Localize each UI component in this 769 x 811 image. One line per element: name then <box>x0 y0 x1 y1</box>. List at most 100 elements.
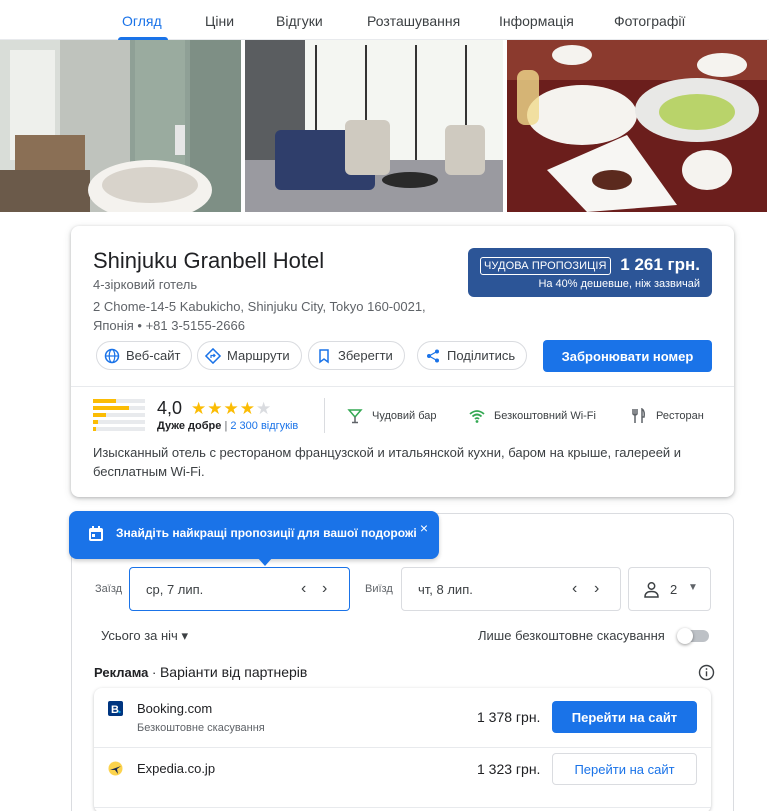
partner-name: Expedia.co.jp <box>137 761 216 776</box>
svg-text:B: B <box>111 704 119 716</box>
directions-label: Маршрути <box>227 348 290 363</box>
rating-bar-fill <box>93 427 96 431</box>
ads-title: Варіанти від партнерів <box>159 664 308 680</box>
deal-badge: ЧУДОВА ПРОПОЗИЦІЯ <box>480 257 611 275</box>
rating-bar-2 <box>93 420 145 424</box>
offer-price: 1 378 грн. <box>477 709 541 725</box>
rating-bar-fill <box>93 399 117 403</box>
reviews-link[interactable]: 2 300 відгуків <box>230 420 298 432</box>
restaurant-icon <box>632 408 645 423</box>
calendar-icon <box>89 526 103 541</box>
checkout-prev-icon[interactable]: ‹ <box>572 581 577 597</box>
checkin-next-icon[interactable]: › <box>322 581 327 597</box>
free-cancel-toggle[interactable] <box>677 628 709 644</box>
visit-site-button[interactable]: Перейти на сайт <box>552 701 697 733</box>
expedia-logo-icon <box>108 761 123 776</box>
partner-name: Booking.com <box>137 701 213 716</box>
photo-strip <box>0 40 769 212</box>
globe-icon <box>104 348 120 363</box>
visit-site-button[interactable]: Перейти на сайт <box>552 753 697 785</box>
share-icon <box>427 349 439 362</box>
checkout-value: чт, 8 лип. <box>418 582 473 597</box>
star-icon: ★ <box>191 399 207 418</box>
tab-reviews[interactable]: Відгуки <box>276 13 323 29</box>
deal-banner[interactable]: ЧУДОВА ПРОПОЗИЦІЯ 1 261 грн. На 40% деше… <box>468 248 712 297</box>
close-icon[interactable]: × <box>420 520 428 536</box>
deal-note: На 40% дешевше, ніж зазвичай <box>538 278 700 290</box>
amenity-label: Ресторан <box>656 410 704 422</box>
tooltip-text: Знайдіть найкращі пропозиції для вашої п… <box>116 526 417 540</box>
star-icon: ★ <box>256 399 272 418</box>
free-cancel-label: Лише безкоштовне скасування <box>478 628 665 643</box>
save-button[interactable]: Зберегти <box>308 341 405 370</box>
hotel-card: Shinjuku Granbell Hotel 4-зірковий готел… <box>71 226 734 497</box>
partner-offers-list: B Booking.com Безкоштовне скасування 1 3… <box>94 688 711 811</box>
hotel-description: Изысканный отель с рестораном французско… <box>93 445 682 479</box>
address-line: 2 Chome-14-5 Kabukicho, Shinjuku City, T… <box>93 299 426 314</box>
partner-sub: Безкоштовне скасування <box>137 722 265 734</box>
tab-overview[interactable]: Огляд <box>122 13 162 29</box>
photo-lounge[interactable] <box>245 40 503 212</box>
info-icon[interactable] <box>698 664 715 681</box>
price-mode-dropdown[interactable]: Усього за ніч ▾ <box>101 628 188 644</box>
offer-row-expedia[interactable]: Expedia.co.jp 1 323 грн. Перейти на сайт <box>94 748 711 808</box>
photo-dining[interactable] <box>507 40 767 212</box>
amenity-restaurant: Ресторан <box>631 408 704 424</box>
guests-count: 2 <box>670 582 678 597</box>
checkout-next-icon[interactable]: › <box>594 581 599 597</box>
amenity-label: Безкоштовний Wi-Fi <box>494 410 596 422</box>
rating-bar-1 <box>93 427 145 431</box>
tab-prices[interactable]: Ціни <box>205 13 234 29</box>
share-label: Поділитись <box>447 348 516 363</box>
person-icon <box>644 582 659 598</box>
deals-tooltip: Знайдіть найкращі пропозиції для вашої п… <box>69 511 439 566</box>
checkin-prev-icon[interactable]: ‹ <box>301 581 306 597</box>
rating-divider <box>324 398 325 433</box>
share-button[interactable]: Поділитись <box>417 341 528 370</box>
card-divider <box>71 386 734 387</box>
photo-bathroom[interactable] <box>0 40 241 212</box>
amenity-bar: Чудовий бар <box>347 408 436 424</box>
checkin-field[interactable]: ср, 7 лип. ‹ › <box>129 567 350 611</box>
tab-about[interactable]: Інформація <box>499 13 574 29</box>
toggle-knob <box>677 628 693 644</box>
deal-price: 1 261 грн. <box>620 255 700 274</box>
ads-dot: · <box>148 665 160 680</box>
rating-distribution[interactable] <box>93 399 145 434</box>
rating-bar-3 <box>93 413 145 417</box>
tab-photos[interactable]: Фотографії <box>614 13 685 29</box>
ads-header: Реклама · Варіанти від партнерів <box>94 664 307 680</box>
hotel-class: 4-зірковий готель <box>93 277 198 292</box>
save-label: Зберегти <box>338 348 393 363</box>
address-dot: • <box>137 318 146 333</box>
chevron-down-icon: ▼ <box>688 582 698 593</box>
rating-bar-fill <box>93 413 106 417</box>
offer-row-booking[interactable]: B Booking.com Безкоштовне скасування 1 3… <box>94 688 711 748</box>
rating-bar-4 <box>93 406 145 410</box>
star-rating: ★ ★ ★ ★ ★ <box>191 400 271 417</box>
book-room-button[interactable]: Забронювати номер <box>543 340 712 372</box>
bookmark-icon <box>319 348 329 363</box>
rating-bar-5 <box>93 399 145 403</box>
hotel-phone[interactable]: +81 3-5155-2666 <box>146 318 245 333</box>
checkout-label: Виїзд <box>365 583 393 595</box>
bar-icon <box>347 409 363 424</box>
hotel-address: 2 Chome-14-5 Kabukicho, Shinjuku City, T… <box>93 297 433 335</box>
amenity-label: Чудовий бар <box>372 410 437 422</box>
checkout-field[interactable]: чт, 8 лип. ‹ › <box>401 567 621 611</box>
amenity-wifi: Безкоштовний Wi-Fi <box>469 408 596 424</box>
ads-label: Реклама <box>94 665 149 680</box>
tab-location[interactable]: Розташування <box>367 13 460 29</box>
website-button[interactable]: Веб-сайт <box>96 341 193 370</box>
directions-button[interactable]: Маршрути <box>197 341 302 370</box>
guests-select[interactable]: 2 ▼ <box>628 567 711 611</box>
rating-word: Дуже добре <box>157 420 222 432</box>
checkin-label: Заїзд <box>95 583 123 595</box>
tooltip-arrow <box>257 557 273 566</box>
tab-bar: Огляд Ціни Відгуки Розташування Інформац… <box>0 0 769 40</box>
rating-summary: Дуже добре | 2 300 відгуків <box>157 420 298 432</box>
checkin-value: ср, 7 лип. <box>146 582 204 597</box>
rating-separator: | <box>224 420 228 432</box>
website-label: Веб-сайт <box>126 348 181 363</box>
offer-price: 1 323 грн. <box>477 761 541 777</box>
